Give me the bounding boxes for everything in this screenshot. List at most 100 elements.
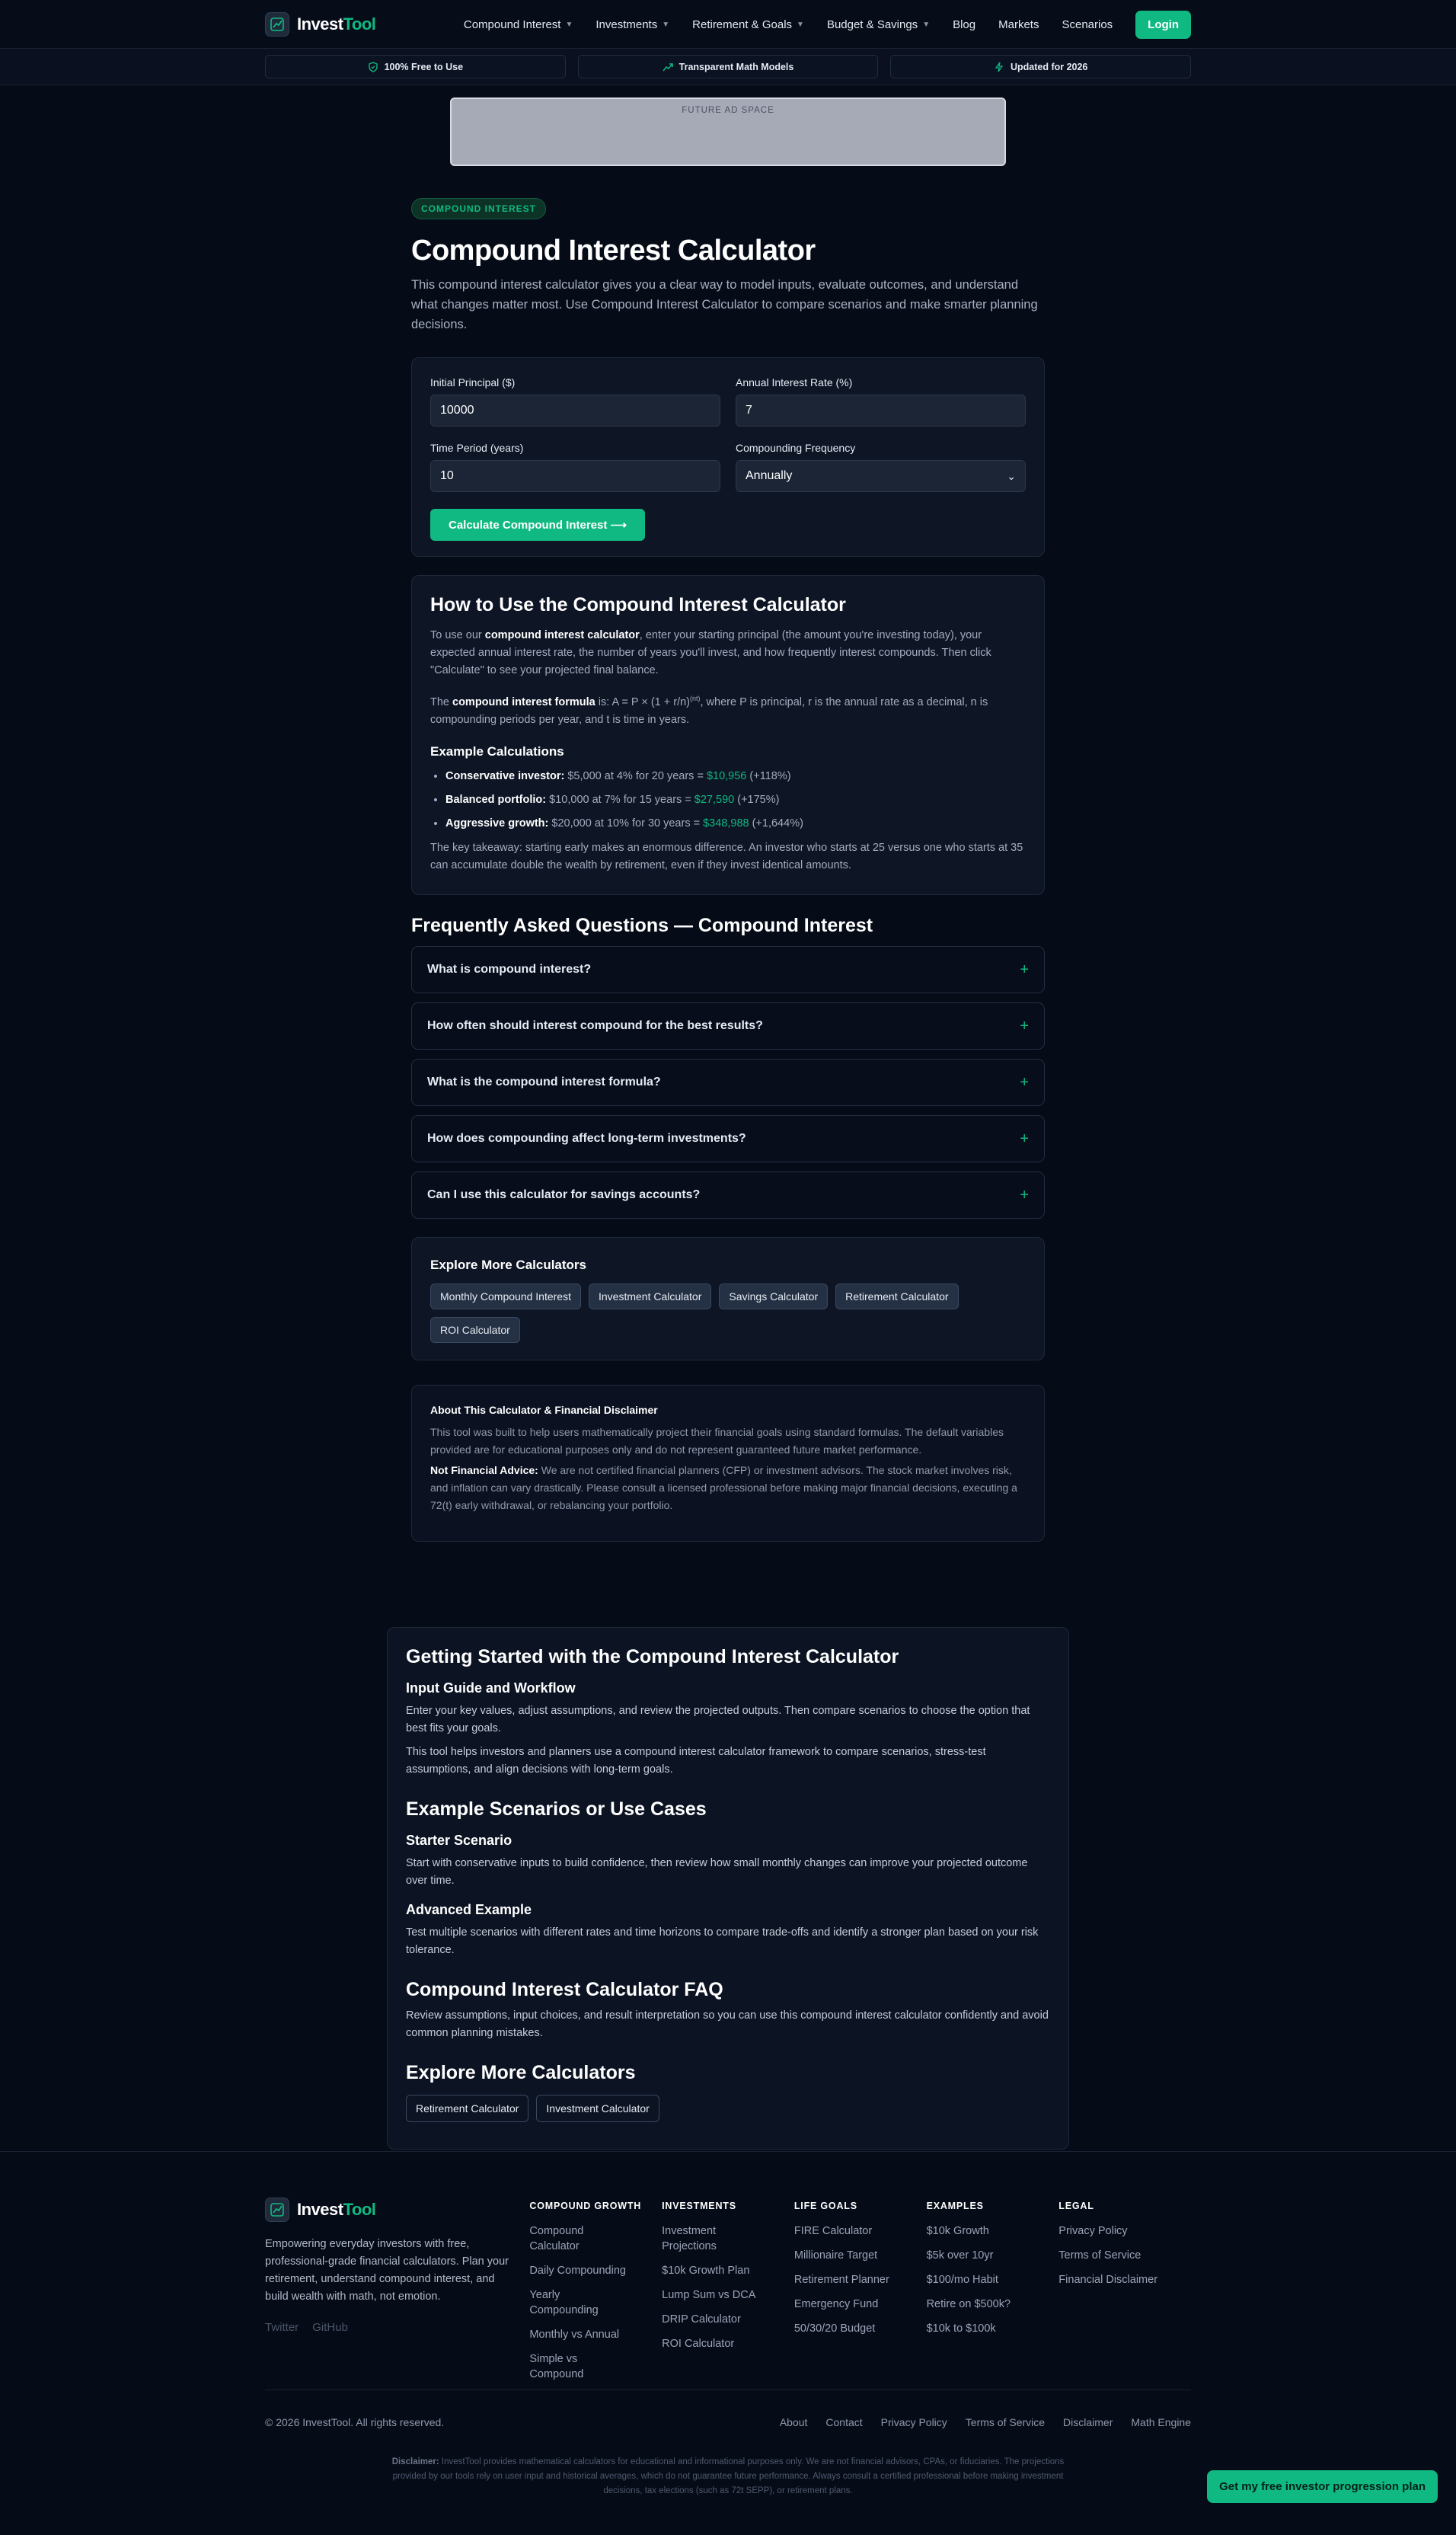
trend-up-icon	[663, 62, 673, 71]
footer-link[interactable]: Simple vs Compound	[529, 2351, 628, 2382]
footer-link[interactable]: FIRE Calculator	[794, 2223, 893, 2239]
list-item: Aggressive growth: $20,000 at 10% for 30…	[445, 816, 1026, 831]
footer-link[interactable]: $10k to $100k	[927, 2321, 1026, 2336]
faq-item[interactable]: How does compounding affect long-term in…	[411, 1115, 1045, 1162]
footer-col-compound: COMPOUND GROWTH Compound Calculator Dail…	[529, 2201, 642, 2382]
footer-link[interactable]: 50/30/20 Budget	[794, 2321, 893, 2336]
examples-list: Conservative investor: $5,000 at 4% for …	[430, 769, 1026, 831]
principal-input[interactable]: 10000	[430, 395, 720, 427]
rate-input[interactable]: 7	[736, 395, 1026, 427]
logo-icon	[265, 2198, 289, 2222]
github-link[interactable]: GitHub	[312, 2321, 348, 2334]
faq-title: Frequently Asked Questions — Compound In…	[411, 915, 873, 936]
footer-link[interactable]: $10k Growth Plan	[662, 2263, 761, 2278]
explore-title: Explore More Calculators	[430, 1258, 587, 1272]
faq-item[interactable]: What is compound interest? +	[411, 946, 1045, 993]
chip-savings[interactable]: Savings Calculator	[719, 1283, 829, 1309]
footer-link[interactable]: Compound Calculator	[529, 2223, 628, 2254]
footer-bottom-bar: © 2026 InvestTool. All rights reserved. …	[265, 2390, 1191, 2428]
footer-link-terms[interactable]: Terms of Service	[966, 2416, 1045, 2428]
faq-item[interactable]: Can I use this calculator for savings ac…	[411, 1172, 1045, 1219]
brand-logo-link[interactable]: InvestTool	[265, 12, 376, 37]
nav-investments[interactable]: Investments ▼	[595, 18, 669, 31]
takeaway-paragraph: The key takeaway: starting early makes a…	[430, 841, 1023, 871]
investor-plan-cta-button[interactable]: Get my free investor progression plan	[1207, 2470, 1438, 2503]
logo-icon	[265, 12, 289, 37]
guide-faq-heading: Compound Interest Calculator FAQ	[406, 1979, 723, 2000]
footer-link[interactable]: Retire on $500k?	[927, 2297, 1026, 2312]
footer-link-contact[interactable]: Contact	[825, 2416, 862, 2428]
nav-scenarios[interactable]: Scenarios	[1062, 18, 1113, 31]
guide-paragraph: This tool helps investors and planners u…	[406, 1746, 986, 1776]
chip-retirement[interactable]: Retirement Calculator	[406, 2095, 529, 2122]
nav-budget-savings[interactable]: Budget & Savings ▼	[827, 18, 930, 31]
nav-markets[interactable]: Markets	[998, 18, 1039, 31]
chevron-down-icon: ▼	[797, 20, 804, 29]
faq-item[interactable]: What is the compound interest formula? +	[411, 1059, 1045, 1106]
footer-link[interactable]: Retirement Planner	[794, 2272, 893, 2287]
footer-brand: InvestTool Empowering everyday investors…	[265, 2198, 529, 2391]
faq-item[interactable]: How often should interest compound for t…	[411, 1002, 1045, 1050]
trust-free: 100% Free to Use	[265, 55, 566, 78]
plus-icon: +	[1020, 1130, 1029, 1147]
page-title: Compound Interest Calculator	[411, 235, 816, 267]
nav-retirement-goals[interactable]: Retirement & Goals ▼	[692, 18, 804, 31]
footer-link[interactable]: $5k over 10yr	[927, 2248, 1026, 2263]
footer-link[interactable]: $10k Growth	[927, 2223, 1026, 2239]
guide-input-heading: Input Guide and Workflow	[406, 1680, 576, 1696]
frequency-field: Compounding Frequency Annually ⌄	[736, 442, 1026, 492]
footer-link[interactable]: Emergency Fund	[794, 2297, 893, 2312]
chip-retirement[interactable]: Retirement Calculator	[835, 1283, 959, 1309]
trust-transparent: Transparent Math Models	[577, 55, 879, 78]
chip-investment[interactable]: Investment Calculator	[536, 2095, 659, 2122]
footer-link[interactable]: Monthly vs Annual	[529, 2327, 628, 2342]
page-lead: This compound interest calculator gives …	[411, 278, 1038, 331]
calculate-button[interactable]: Calculate Compound Interest ⟶	[430, 509, 646, 541]
footer-col-life-goals: LIFE GOALS FIRE Calculator Millionaire T…	[794, 2198, 927, 2391]
trust-bar: 100% Free to Use Transparent Math Models…	[0, 49, 1456, 85]
disclaimer-card: About This Calculator & Financial Discla…	[411, 1385, 1045, 1542]
how-to-section: How to Use the Compound Interest Calcula…	[411, 575, 1045, 895]
login-button[interactable]: Login	[1135, 10, 1191, 39]
plus-icon: +	[1020, 961, 1029, 978]
footer-col-investments: INVESTMENTS Investment Projections $10k …	[662, 2198, 794, 2391]
not-financial-advice: Not Financial Advice: We are not certifi…	[430, 1464, 1017, 1511]
years-field: Time Period (years) 10	[430, 442, 720, 492]
footer-logo-link[interactable]: InvestTool	[265, 2198, 529, 2222]
footer-link[interactable]: DRIP Calculator	[662, 2312, 761, 2327]
explore-calculators: Explore More Calculators Monthly Compoun…	[411, 1237, 1045, 1360]
footer-link[interactable]: Terms of Service	[1058, 2248, 1157, 2263]
footer-link-math-engine[interactable]: Math Engine	[1131, 2416, 1191, 2428]
guide-paragraph: Enter your key values, adjust assumption…	[406, 1705, 1030, 1734]
chip-roi[interactable]: ROI Calculator	[430, 1317, 520, 1343]
footer-link[interactable]: Investment Projections	[662, 2223, 761, 2254]
rate-field: Annual Interest Rate (%) 7	[736, 376, 1026, 427]
trust-updated: Updated for 2026	[890, 55, 1192, 78]
footer-link[interactable]: Privacy Policy	[1058, 2223, 1157, 2239]
footer-link-disclaimer[interactable]: Disclaimer	[1063, 2416, 1113, 2428]
formula-paragraph: The compound interest formula is: A = P …	[430, 695, 988, 726]
chip-investment[interactable]: Investment Calculator	[588, 1283, 712, 1309]
footer-link-about[interactable]: About	[780, 2416, 808, 2428]
footer-link[interactable]: ROI Calculator	[662, 2336, 761, 2351]
footer-link[interactable]: Lump Sum vs DCA	[662, 2287, 761, 2303]
chip-monthly-compound[interactable]: Monthly Compound Interest	[430, 1283, 581, 1309]
footer-link-privacy[interactable]: Privacy Policy	[881, 2416, 947, 2428]
footer-link[interactable]: Millionaire Target	[794, 2248, 893, 2263]
years-input[interactable]: 10	[430, 460, 720, 492]
footer-link[interactable]: $100/mo Habit	[927, 2272, 1026, 2287]
twitter-link[interactable]: Twitter	[265, 2321, 299, 2334]
plus-icon: +	[1020, 1186, 1029, 1204]
social-links: Twitter GitHub	[265, 2321, 529, 2334]
footer-link[interactable]: Daily Compounding	[529, 2263, 628, 2278]
chevron-down-icon: ▼	[565, 20, 573, 29]
nav-blog[interactable]: Blog	[953, 18, 975, 31]
plus-icon: +	[1020, 1017, 1029, 1034]
nav-compound-interest[interactable]: Compound Interest ▼	[464, 18, 573, 31]
principal-field: Initial Principal ($) 10000	[430, 376, 720, 427]
frequency-select[interactable]: Annually ⌄	[736, 460, 1026, 492]
guide-explore-heading: Explore More Calculators	[406, 2062, 636, 2083]
footer-link[interactable]: Financial Disclaimer	[1058, 2272, 1157, 2287]
lightning-icon	[995, 62, 1004, 72]
footer-link[interactable]: Yearly Compounding	[529, 2287, 628, 2318]
